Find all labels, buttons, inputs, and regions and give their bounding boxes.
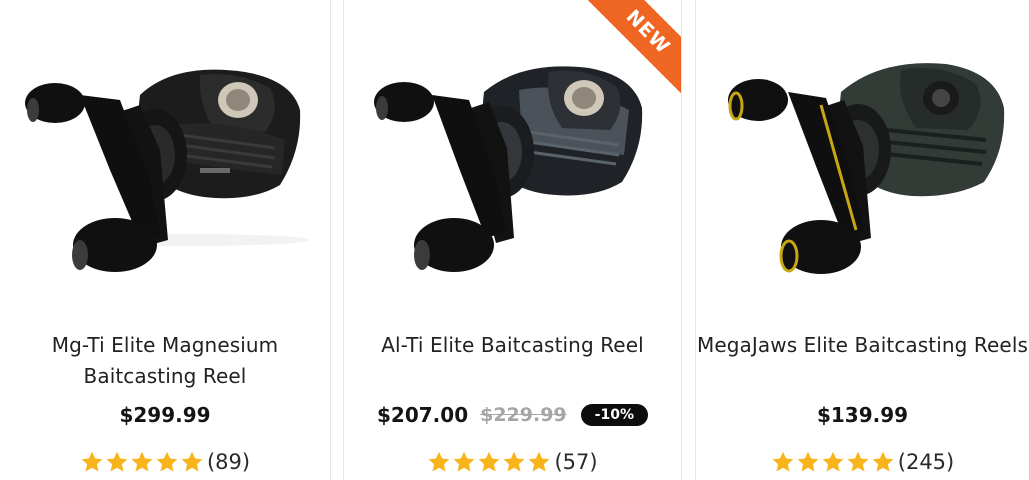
star-icon <box>479 451 500 472</box>
rating-stars <box>427 450 551 474</box>
original-price: $229.99 <box>480 404 567 426</box>
price-row: $299.99 <box>0 401 330 429</box>
price-row: $207.00 $229.99 -10% <box>344 401 681 429</box>
rating-row: (57) <box>344 447 681 477</box>
rating-stars <box>771 450 895 474</box>
product-image[interactable] <box>696 0 1029 300</box>
rating-row: (245) <box>696 447 1029 477</box>
star-icon <box>81 451 103 472</box>
star-icon <box>847 451 869 472</box>
star-icon <box>772 451 794 472</box>
review-count[interactable]: (89) <box>207 450 250 474</box>
star-icon <box>181 451 203 472</box>
review-count[interactable]: (57) <box>554 450 597 474</box>
star-icon <box>822 451 844 472</box>
product-price: $207.00 <box>377 403 469 427</box>
product-card[interactable]: Mg-Ti Elite Magnesium Baitcasting Reel $… <box>0 0 330 480</box>
star-icon <box>106 451 128 472</box>
discount-badge: -10% <box>580 404 648 426</box>
new-badge: NEW <box>563 0 681 100</box>
star-icon <box>872 451 894 472</box>
price-row: $139.99 <box>696 401 1029 429</box>
product-price: $299.99 <box>119 403 211 427</box>
product-card[interactable]: NEW Al-Ti Elite Baitcasting Reel $207.00… <box>344 0 681 480</box>
star-icon <box>797 451 819 472</box>
card-divider <box>330 0 331 480</box>
product-price: $139.99 <box>816 403 909 427</box>
star-icon <box>504 451 525 472</box>
star-icon <box>529 451 550 472</box>
rating-stars <box>80 450 204 474</box>
star-icon <box>156 451 178 472</box>
review-count[interactable]: (245) <box>898 450 954 474</box>
product-title[interactable]: Mg-Ti Elite Magnesium Baitcasting Reel <box>0 330 330 392</box>
star-icon <box>429 451 450 472</box>
rating-row: (89) <box>0 447 330 477</box>
star-icon <box>131 451 153 472</box>
product-image[interactable] <box>0 0 330 300</box>
star-icon <box>454 451 475 472</box>
new-badge-label: NEW <box>573 0 681 100</box>
product-title[interactable]: Al-Ti Elite Baitcasting Reel <box>344 330 681 361</box>
baitcasting-reel-image <box>25 69 310 272</box>
baitcasting-reel-image <box>728 63 1005 274</box>
product-title[interactable]: MegaJaws Elite Baitcasting Reels <box>696 330 1029 361</box>
product-card[interactable]: MegaJaws Elite Baitcasting Reels $139.99… <box>696 0 1029 480</box>
card-divider <box>681 0 682 480</box>
